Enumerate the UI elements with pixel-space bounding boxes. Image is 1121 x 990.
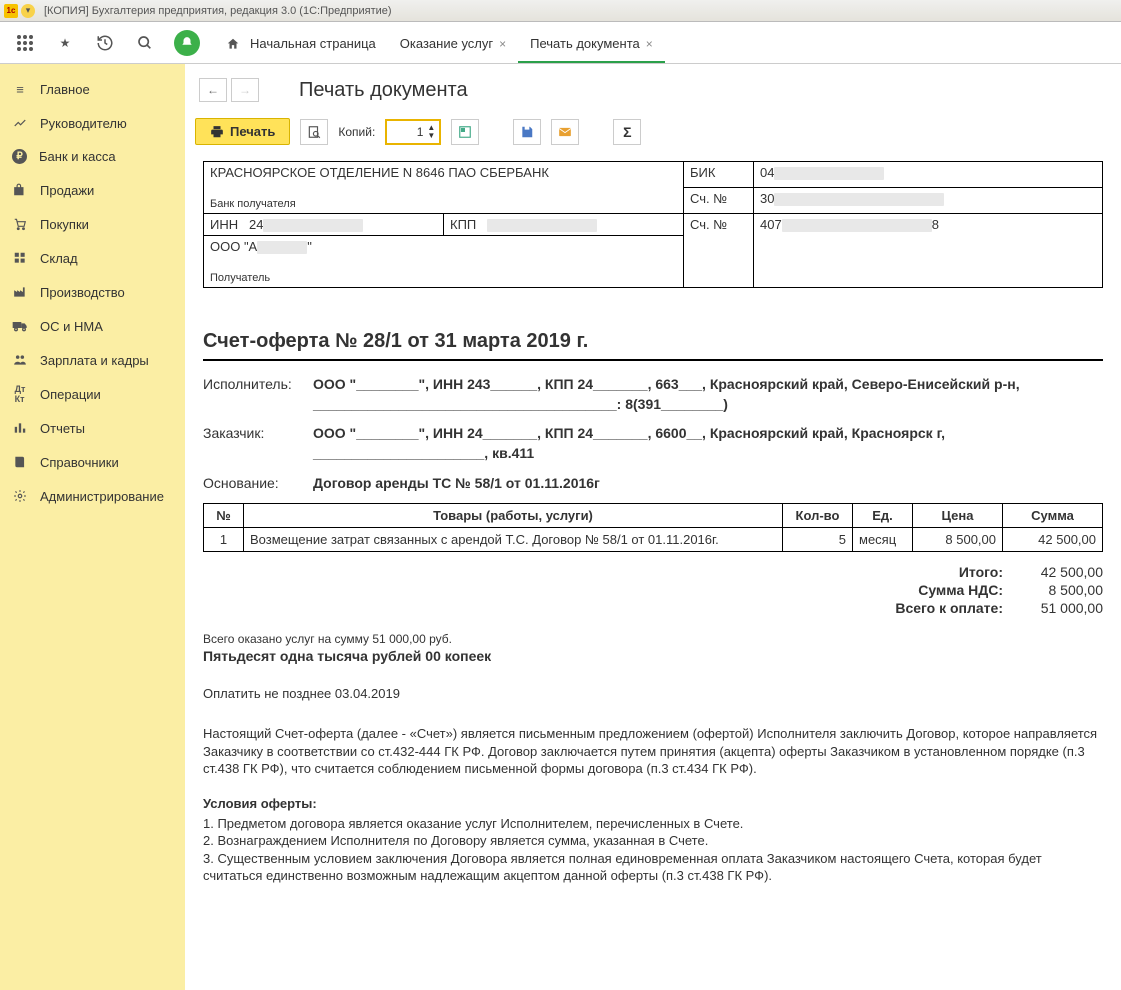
pay-deadline: Оплатить не позднее 03.04.2019: [203, 686, 1103, 701]
customer-row: Заказчик: ООО "________", ИНН 24_______,…: [203, 424, 1103, 463]
bars-icon: [12, 420, 28, 436]
cart-icon: [12, 216, 28, 232]
boxes-icon: [12, 250, 28, 266]
history-icon[interactable]: [94, 32, 116, 54]
menu-icon: ≡: [12, 81, 28, 97]
page-title: Печать документа: [299, 79, 468, 102]
offer-line-1: 1. Предметом договора является оказание …: [203, 815, 1103, 833]
home-icon: [226, 37, 240, 51]
window-dropdown-icon[interactable]: ▾: [21, 4, 35, 18]
factory-icon: [12, 284, 28, 300]
printer-icon: [210, 125, 224, 139]
sidebar-item-reports[interactable]: Отчеты: [0, 411, 185, 445]
sidebar-item-main[interactable]: ≡Главное: [0, 72, 185, 106]
print-button[interactable]: Печать: [195, 118, 290, 145]
divider: [203, 359, 1103, 361]
table-row: 1 Возмещение затрат связанных с арендой …: [204, 528, 1103, 552]
sidebar-item-operations[interactable]: ДтКтОперации: [0, 377, 185, 411]
sum-text: Всего оказано услуг на сумму 51 000,00 р…: [203, 632, 1103, 646]
document-preview: КРАСНОЯРСКОЕ ОТДЕЛЕНИЕ N 8646 ПАО СБЕРБА…: [195, 157, 1111, 889]
star-icon[interactable]: ★: [54, 32, 76, 54]
invoice-title: Счет-оферта № 28/1 от 31 марта 2019 г.: [203, 330, 1103, 353]
book-icon: [12, 454, 28, 470]
gear-icon: [12, 488, 28, 504]
account1-label: Сч. №: [684, 188, 754, 214]
tab-home-label: Начальная страница: [250, 36, 376, 51]
sidebar-item-production[interactable]: Производство: [0, 275, 185, 309]
window-titlebar: 1c ▾ [КОПИЯ] Бухгалтерия предприятия, ре…: [0, 0, 1121, 22]
tab-print[interactable]: Печать документа ×: [518, 24, 665, 63]
sidebar-item-assets[interactable]: ОС и НМА: [0, 309, 185, 343]
close-icon[interactable]: ×: [646, 37, 653, 51]
template-button[interactable]: [451, 119, 479, 145]
tab-home[interactable]: Начальная страница: [214, 24, 388, 63]
sidebar-item-manager[interactable]: Руководителю: [0, 106, 185, 140]
people-icon: [12, 352, 28, 368]
basis-row: Основание: Договор аренды ТС № 58/1 от 0…: [203, 474, 1103, 494]
bank-name: КРАСНОЯРСКОЕ ОТДЕЛЕНИЕ N 8646 ПАО СБЕРБА…: [210, 165, 549, 180]
bank-details-table: КРАСНОЯРСКОЕ ОТДЕЛЕНИЕ N 8646 ПАО СБЕРБА…: [203, 161, 1103, 288]
topbar: ★ Начальная страница Оказание услуг × Пе…: [0, 22, 1121, 64]
tab-services[interactable]: Оказание услуг ×: [388, 24, 518, 63]
totals-block: Итого:42 500,00 Сумма НДС:8 500,00 Всего…: [203, 564, 1103, 616]
account2-label: Сч. №: [684, 214, 754, 288]
window-title: [КОПИЯ] Бухгалтерия предприятия, редакци…: [44, 5, 392, 17]
items-table: № Товары (работы, услуги) Кол-во Ед. Цен…: [203, 503, 1103, 552]
bik-label: БИК: [684, 162, 754, 188]
email-button[interactable]: [551, 119, 579, 145]
sum-button[interactable]: Σ: [613, 119, 641, 145]
sidebar: ≡Главное Руководителю ₽Банк и касса Прод…: [0, 64, 185, 990]
sum-words: Пятьдесят одна тысяча рублей 00 копеек: [203, 648, 1103, 664]
app-logo-icon: 1c: [4, 4, 18, 18]
sidebar-item-catalogs[interactable]: Справочники: [0, 445, 185, 479]
content-area: ← → Печать документа Печать Копий: 1▲▼ Σ: [185, 64, 1121, 990]
chart-icon: [12, 115, 28, 131]
save-button[interactable]: [513, 119, 541, 145]
offer-paragraph: Настоящий Счет-оферта (далее - «Счет») я…: [203, 725, 1103, 778]
bag-icon: [12, 182, 28, 198]
bell-icon[interactable]: [174, 30, 200, 56]
sidebar-item-bank[interactable]: ₽Банк и касса: [0, 140, 185, 173]
offer-line-2: 2. Вознаграждением Исполнителя по Догово…: [203, 832, 1103, 850]
toolbar: Печать Копий: 1▲▼ Σ: [195, 114, 1111, 157]
executor-row: Исполнитель: ООО "________", ИНН 243____…: [203, 375, 1103, 414]
nav-forward-button[interactable]: →: [231, 78, 259, 102]
tab-print-label: Печать документа: [530, 36, 640, 51]
tab-services-label: Оказание услуг: [400, 36, 493, 51]
ruble-icon: ₽: [12, 149, 27, 164]
sidebar-item-hr[interactable]: Зарплата и кадры: [0, 343, 185, 377]
preview-button[interactable]: [300, 119, 328, 145]
copies-input[interactable]: 1▲▼: [385, 119, 441, 145]
sidebar-item-sales[interactable]: Продажи: [0, 173, 185, 207]
sidebar-item-purchases[interactable]: Покупки: [0, 207, 185, 241]
offer-line-3: 3. Существенным условием заключения Дого…: [203, 850, 1103, 885]
truck-icon: [12, 318, 28, 334]
search-icon[interactable]: [134, 32, 156, 54]
copies-label: Копий:: [338, 125, 375, 139]
sidebar-item-admin[interactable]: Администрирование: [0, 479, 185, 513]
apps-icon[interactable]: [14, 32, 36, 54]
close-icon[interactable]: ×: [499, 37, 506, 51]
operations-icon: ДтКт: [12, 386, 28, 402]
offer-terms-header: Условия оферты:: [203, 796, 1103, 811]
sidebar-item-warehouse[interactable]: Склад: [0, 241, 185, 275]
nav-back-button[interactable]: ←: [199, 78, 227, 102]
